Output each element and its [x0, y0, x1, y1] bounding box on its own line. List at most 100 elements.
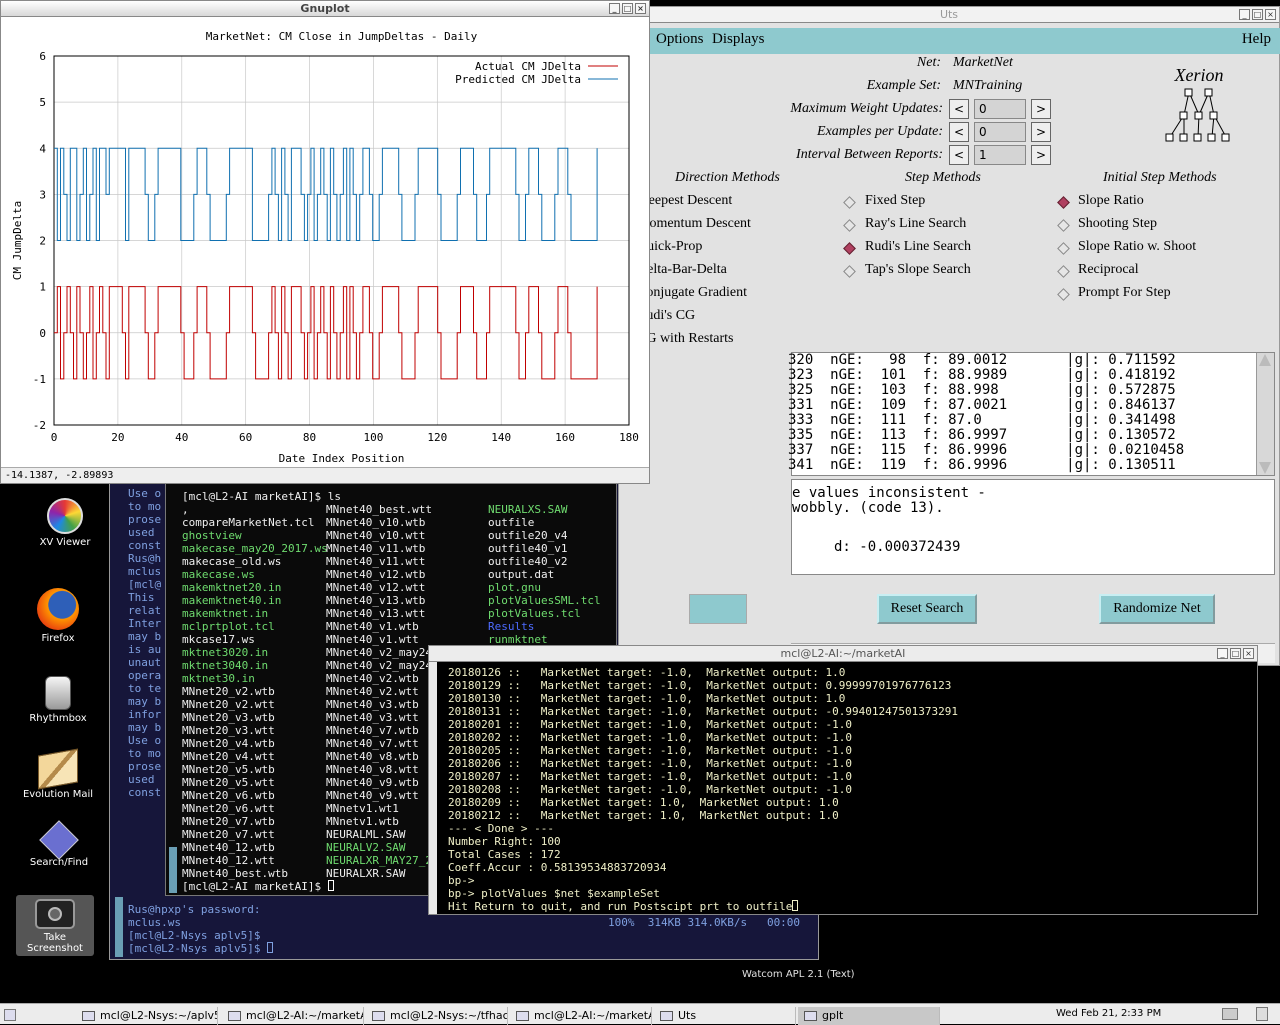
ls-file-entry: makemktnet20.in: [182, 581, 282, 594]
uts-titlebar[interactable]: Uts _ □ ×: [619, 7, 1279, 23]
max-weight-updates-increment[interactable]: >: [1031, 99, 1051, 119]
market-terminal-window[interactable]: mcl@L2-AI:~/marketAI _ □ × 20180126 :: Mar…: [428, 645, 1258, 915]
radio-diamond-icon[interactable]: [1057, 242, 1070, 255]
ls-file-entry: MNnet40_best.wtt: [326, 503, 432, 516]
prompt-line-cursor[interactable]: [mcl@L2-Nsys aplv5]$: [128, 942, 274, 955]
direction-method-option[interactable]: Delta-Bar-Delta: [643, 262, 727, 278]
desktop-icon-xv-viewer[interactable]: XV Viewer: [17, 498, 113, 548]
taskbar-task[interactable]: mcl@L2-Nsys:~/tfhac...: [366, 1007, 508, 1025]
randomize-net-button[interactable]: Randomize Net: [1099, 594, 1215, 624]
step-method-option[interactable]: Ray's Line Search: [865, 216, 966, 232]
d-value: d: -0.000372439: [834, 539, 961, 555]
ls-file-entry: MNnet40_v1.wtb: [326, 620, 419, 633]
y-tick-label: -2: [33, 419, 46, 432]
window-title: Gnuplot: [300, 2, 350, 15]
close-icon[interactable]: ×: [1265, 9, 1276, 20]
max-weight-updates-decrement[interactable]: <: [949, 99, 969, 119]
direction-method-option[interactable]: Steepest Descent: [643, 193, 732, 209]
window-icon: [660, 1011, 673, 1021]
y-tick-label: 2: [39, 235, 46, 248]
aplv5-line: const: [128, 539, 162, 552]
radio-diamond-icon[interactable]: [1057, 265, 1070, 278]
uts-window[interactable]: Uts _ □ × Options Displays Help Net: Marke…: [618, 6, 1280, 666]
aplv5-line: Use o: [128, 487, 162, 500]
close-icon[interactable]: ×: [1243, 648, 1254, 659]
radio-diamond-icon[interactable]: [843, 242, 856, 255]
step-method-option[interactable]: Fixed Step: [865, 193, 925, 209]
aplv5-line: Rus@h: [128, 552, 162, 565]
minimize-icon[interactable]: _: [1217, 648, 1228, 659]
radio-diamond-icon[interactable]: [843, 219, 856, 232]
radio-diamond-icon[interactable]: [1057, 219, 1070, 232]
aplv5-line: [mcl@: [128, 578, 162, 591]
y-tick-label: 5: [39, 96, 46, 109]
workspace-switcher[interactable]: [1222, 1008, 1238, 1020]
examples-per-update-increment[interactable]: >: [1031, 122, 1051, 142]
desktop-icon-rhythmbox[interactable]: Rhythmbox: [10, 676, 106, 724]
gnuplot-window[interactable]: Gnuplot _ □ × MarketNet: CM Close in JumpD…: [0, 0, 650, 484]
ls-file-entry: mktnet30.in: [182, 672, 255, 685]
direction-method-option[interactable]: Conjugate Gradient: [643, 285, 747, 301]
menu-options[interactable]: Options: [656, 31, 704, 48]
ls-file-entry: MNnet40_v10.wtt: [326, 529, 426, 542]
desktop-icon-take-screenshot[interactable]: Take Screenshot: [16, 895, 94, 956]
log-line: 323 nGE: 101 f: 88.9989 |g|: 0.418192: [788, 367, 1176, 383]
minimize-icon[interactable]: _: [609, 3, 620, 14]
gnuplot-titlebar[interactable]: Gnuplot _ □ ×: [1, 1, 649, 17]
menu-help[interactable]: Help: [1242, 31, 1271, 48]
market-output-line: bp->: [448, 874, 475, 887]
desktop-icon-evolution-mail[interactable]: Evolution Mail: [10, 748, 106, 800]
maximize-icon[interactable]: □: [1230, 648, 1241, 659]
max-weight-updates-input[interactable]: 0: [974, 99, 1026, 119]
taskbar-task[interactable]: gplt: [798, 1007, 940, 1025]
radio-diamond-icon[interactable]: [1057, 288, 1070, 301]
taskbar-task-label: Uts: [678, 1009, 697, 1022]
close-icon[interactable]: ×: [635, 3, 646, 14]
direction-method-option[interactable]: Momentum Descent: [643, 216, 751, 232]
ls-file-entry: MNnet40_v13.wtt: [326, 607, 426, 620]
xerion-logo: Xerion: [1159, 65, 1239, 145]
taskbar-task[interactable]: mcl@L2-AI:~/marketAI: [510, 1007, 652, 1025]
ls-file-entry: MNnet40_v8.wtt: [326, 763, 419, 776]
initial-step-method-option[interactable]: Prompt For Step: [1078, 285, 1171, 301]
ls-prompt[interactable]: [mcl@L2-AI marketAI]$: [182, 880, 334, 893]
show-desktop-button[interactable]: [4, 1009, 16, 1021]
menu-displays[interactable]: Displays: [712, 31, 765, 48]
reset-search-button[interactable]: Reset Search: [877, 594, 977, 624]
desktop-icon-firefox[interactable]: Firefox: [10, 588, 106, 644]
examples-per-update-input[interactable]: 0: [974, 122, 1026, 142]
trash-icon[interactable]: [1256, 1007, 1268, 1021]
chart-title: MarketNet: CM Close in JumpDeltas - Dail…: [206, 30, 478, 43]
minimize-icon[interactable]: _: [1239, 9, 1250, 20]
radio-diamond-icon[interactable]: [843, 265, 856, 278]
initial-step-method-option[interactable]: Reciprocal: [1078, 262, 1139, 278]
initial-step-method-option[interactable]: Slope Ratio w. Shoot: [1078, 239, 1196, 255]
maximize-icon[interactable]: □: [1252, 9, 1263, 20]
initial-step-method-option[interactable]: Slope Ratio: [1078, 193, 1144, 209]
taskbar-task[interactable]: mcl@L2-AI:~/marketAI: [222, 1007, 364, 1025]
step-method-option[interactable]: Rudi's Line Search: [865, 239, 971, 255]
taskbar-task[interactable]: Uts: [654, 1007, 796, 1025]
radio-diamond-icon[interactable]: [843, 196, 856, 209]
market-terminal-titlebar[interactable]: mcl@L2-AI:~/marketAI _ □ ×: [429, 646, 1257, 662]
desktop-icon-search-find[interactable]: Search/Find: [11, 820, 107, 868]
xerion-logo-text: Xerion: [1174, 65, 1224, 85]
step-method-option[interactable]: Tap's Slope Search: [865, 262, 971, 278]
interval-between-reports-input[interactable]: 1: [974, 145, 1026, 165]
radio-diamond-icon[interactable]: [1057, 196, 1070, 209]
ls-file-entry: outfile20_v4: [488, 529, 568, 542]
ls-file-entry: MNnetv1.wtb: [326, 815, 399, 828]
examples-per-update-decrement[interactable]: <: [949, 122, 969, 142]
ls-file-entry: MNnet20_v3.wtt: [182, 724, 275, 737]
market-output-line: 20180131 :: MarketNet target: -1.0, Mark…: [448, 705, 958, 718]
initial-step-method-option[interactable]: Shooting Step: [1078, 216, 1157, 232]
log-line: 335 nGE: 113 f: 86.9997 |g|: 0.130572: [788, 427, 1176, 443]
direction-method-option[interactable]: CG with Restarts: [643, 331, 733, 347]
log-scrollbar[interactable]: [1256, 353, 1274, 475]
aplv5-line: const: [128, 786, 162, 799]
maximize-icon[interactable]: □: [622, 3, 633, 14]
taskbar-task[interactable]: mcl@L2-Nsys:~/aplv5: [76, 1007, 218, 1025]
interval-between-reports-increment[interactable]: >: [1031, 145, 1051, 165]
interval-between-reports-decrement[interactable]: <: [949, 145, 969, 165]
ls-file-entry: MNnet40_v11.wtt: [326, 555, 426, 568]
